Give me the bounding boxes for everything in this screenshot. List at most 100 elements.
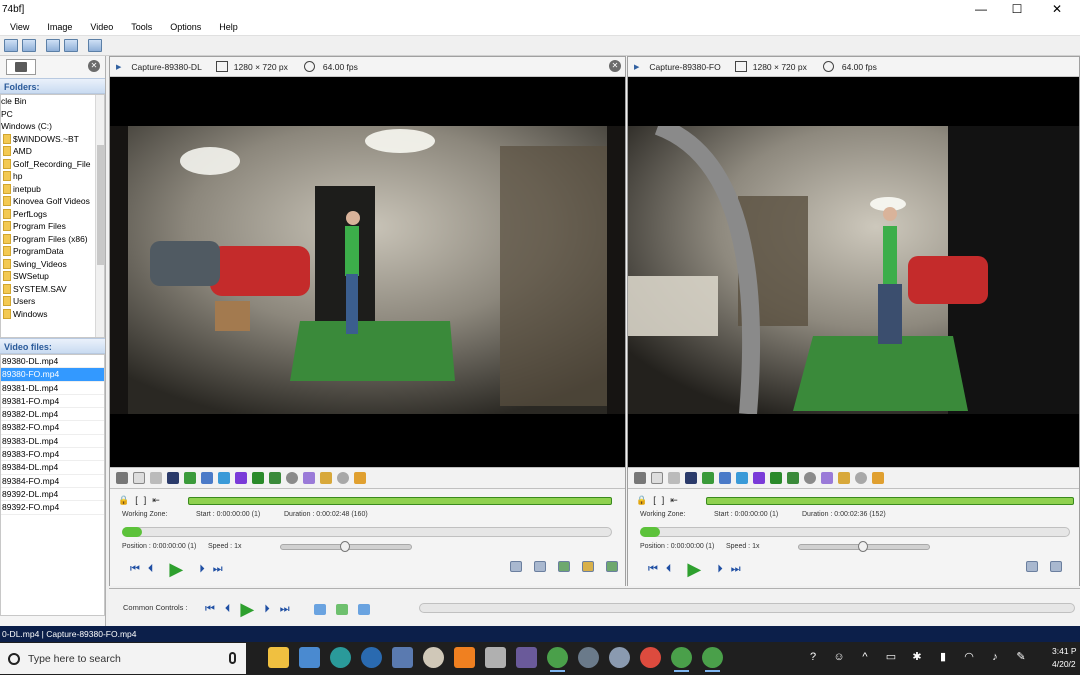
save-video-icon[interactable] — [558, 561, 570, 572]
menu-image[interactable]: Image — [39, 22, 80, 32]
lock-icon[interactable]: 🔒 — [118, 495, 129, 506]
collapse-triangle-icon[interactable]: ▶ — [634, 63, 639, 71]
app-icon[interactable] — [423, 647, 444, 668]
player-left-video[interactable] — [110, 77, 625, 467]
chrono-tool-icon[interactable] — [804, 472, 816, 484]
set-end-icon[interactable]: ] — [144, 495, 147, 506]
label-tool-icon[interactable] — [167, 472, 179, 484]
working-zone-timeline[interactable] — [706, 497, 1074, 505]
menu-options[interactable]: Options — [162, 22, 209, 32]
add-keyframe-icon[interactable] — [133, 472, 145, 484]
vlc-icon[interactable] — [454, 647, 475, 668]
display-icon[interactable]: ▭ — [884, 650, 898, 664]
help-icon[interactable]: ? — [806, 650, 820, 664]
arrow-tool-icon[interactable] — [753, 472, 765, 484]
label-tool-icon[interactable] — [685, 472, 697, 484]
next-frame-icon[interactable]: ⏵ — [199, 563, 205, 576]
rectangle-tool-icon[interactable] — [821, 472, 833, 484]
dual-screen-icon[interactable] — [46, 39, 60, 52]
previous-frame-icon[interactable]: ⏴ — [666, 563, 672, 576]
set-start-icon[interactable]: [ — [135, 495, 138, 506]
video-file-item[interactable]: 89381-FO.mp4 — [1, 395, 104, 409]
export-icon[interactable] — [582, 561, 594, 572]
single-screen-icon[interactable] — [22, 39, 36, 52]
chevron-up-icon[interactable]: ^ — [858, 650, 872, 664]
comments-icon[interactable] — [668, 472, 680, 484]
wifi-icon[interactable]: ◠ — [962, 650, 976, 664]
hand-tool-icon[interactable] — [116, 472, 128, 484]
video-file-item[interactable]: 89380-DL.mp4 — [1, 355, 104, 369]
video-file-item[interactable]: 89392-DL.mp4 — [1, 488, 104, 502]
magnifier-tool-icon[interactable] — [855, 472, 867, 484]
explorer-tab[interactable] — [6, 59, 36, 75]
capture-screen-icon[interactable] — [64, 39, 78, 52]
goto-start-icon[interactable]: ⇤ — [152, 495, 160, 506]
speed-slider-handle[interactable] — [858, 541, 868, 552]
last-frame-icon[interactable]: ⏭ — [213, 563, 223, 576]
folder-tree-item[interactable]: Windows (C:) — [1, 120, 104, 133]
common-next-frame-icon[interactable]: ⏵ — [264, 603, 270, 616]
color-picker-icon[interactable] — [838, 472, 850, 484]
common-previous-frame-icon[interactable]: ⏴ — [225, 603, 231, 616]
folder-tree-item[interactable]: AMD — [1, 145, 104, 158]
color-picker-icon[interactable] — [320, 472, 332, 484]
video-file-item[interactable]: 89383-DL.mp4 — [1, 435, 104, 449]
goto-start-icon[interactable]: ⇤ — [670, 495, 678, 506]
inkscape-icon[interactable] — [578, 647, 599, 668]
last-frame-icon[interactable]: ⏭ — [731, 563, 741, 576]
folder-tree-item[interactable]: Golf_Recording_File — [1, 158, 104, 171]
position-track[interactable] — [640, 527, 1070, 537]
first-frame-icon[interactable]: ⏮ — [648, 563, 658, 576]
video-file-item[interactable]: 89384-DL.mp4 — [1, 461, 104, 475]
first-frame-icon[interactable]: ⏮ — [130, 563, 140, 576]
video-file-item[interactable]: 89392-FO.mp4 — [1, 501, 104, 515]
folder-tree-item[interactable]: Program Files (x86) — [1, 233, 104, 246]
comments-icon[interactable] — [150, 472, 162, 484]
set-start-icon[interactable]: [ — [653, 495, 656, 506]
close-explorer-icon[interactable]: ✕ — [88, 60, 100, 72]
save-range-icon[interactable] — [606, 561, 618, 572]
thunderbird-icon[interactable] — [361, 647, 382, 668]
line-tool-icon[interactable] — [736, 472, 748, 484]
mail-app-icon[interactable] — [299, 647, 320, 668]
file-explorer-icon[interactable] — [268, 647, 289, 668]
scrollbar-thumb[interactable] — [97, 145, 104, 265]
media-app-icon[interactable] — [516, 647, 537, 668]
lock-icon[interactable]: 🔒 — [636, 495, 647, 506]
open-folder-icon[interactable] — [4, 39, 18, 52]
common-first-frame-icon[interactable]: ⏮ — [205, 603, 215, 616]
add-keyframe-icon[interactable] — [651, 472, 663, 484]
minimize-button[interactable]: — — [964, 0, 998, 18]
pencil-tool-icon[interactable] — [184, 472, 196, 484]
folder-tree-item[interactable]: SYSTEM.SAV — [1, 283, 104, 296]
folder-tree-item[interactable]: Swing_Videos — [1, 258, 104, 271]
speed-slider-handle[interactable] — [340, 541, 350, 552]
video-file-item[interactable]: 89381-DL.mp4 — [1, 382, 104, 395]
close-player-icon[interactable]: ✕ — [609, 60, 621, 72]
folder-tree-scrollbar[interactable] — [95, 95, 104, 337]
sync-link-icon[interactable] — [313, 604, 326, 615]
posture-tool-icon[interactable] — [201, 472, 213, 484]
maximize-button[interactable]: ☐ — [1000, 0, 1034, 18]
position-track[interactable] — [122, 527, 612, 537]
magnifier-tool-icon[interactable] — [337, 472, 349, 484]
folder-tree-item[interactable]: SWSetup — [1, 270, 104, 283]
previous-frame-icon[interactable]: ⏴ — [148, 563, 154, 576]
cross-marker-icon[interactable] — [252, 472, 264, 484]
battery-icon[interactable]: ▮ — [936, 650, 950, 664]
video-file-item[interactable]: 89383-FO.mp4 — [1, 448, 104, 462]
posture-tool-icon[interactable] — [719, 472, 731, 484]
kinovea-icon-2[interactable] — [671, 647, 692, 672]
vpn-icon[interactable] — [609, 647, 630, 668]
folder-tree-item[interactable]: ProgramData — [1, 245, 104, 258]
angle-tool-icon[interactable] — [787, 472, 799, 484]
folder-tree-item[interactable]: Users — [1, 295, 104, 308]
folder-tree[interactable]: cle Bin PC Windows (C:) $WINDOWS.~BT AMD Golf… — [0, 94, 105, 338]
snapshot-icon[interactable] — [1026, 561, 1038, 572]
common-last-frame-icon[interactable]: ⏭ — [280, 603, 290, 616]
working-zone-timeline[interactable] — [188, 497, 612, 505]
video-file-item[interactable]: 89382-DL.mp4 — [1, 408, 104, 422]
people-icon[interactable]: ☺ — [832, 650, 846, 664]
set-end-icon[interactable]: ] — [662, 495, 665, 506]
taskbar-clock[interactable]: 3:41 P 4/20/2 — [1052, 645, 1077, 671]
